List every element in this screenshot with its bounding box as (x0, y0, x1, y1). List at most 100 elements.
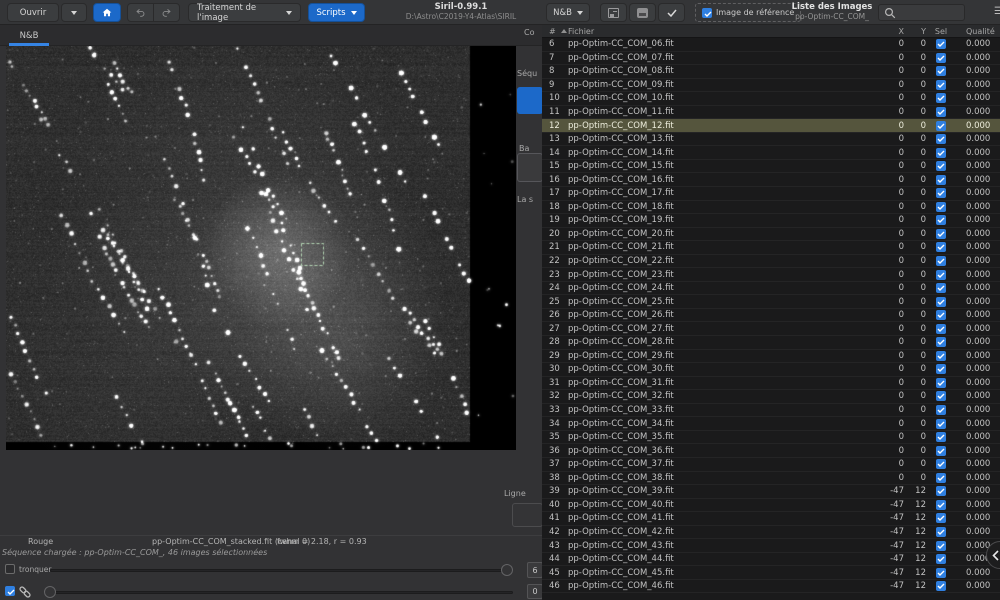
row-selected-checkbox[interactable] (936, 80, 946, 90)
table-row[interactable]: 41 pp-Optim-CC_COM_41.fit -47 12 0.000 (542, 512, 1000, 526)
table-row[interactable]: 30 pp-Optim-CC_COM_30.fit 0 0 0.000 (542, 363, 1000, 377)
row-selected-checkbox[interactable] (936, 378, 946, 388)
table-row[interactable]: 27 pp-Optim-CC_COM_27.fit 0 0 0.000 (542, 322, 1000, 336)
image-processing-menu-button[interactable]: Traitement de l'image (188, 3, 301, 22)
column-header-x[interactable]: X (868, 27, 904, 36)
row-selected-checkbox[interactable] (936, 148, 946, 158)
table-row[interactable]: 36 pp-Optim-CC_COM_36.fit 0 0 0.000 (542, 444, 1000, 458)
hi-slider-handle[interactable] (501, 564, 513, 576)
table-row[interactable]: 24 pp-Optim-CC_COM_24.fit 0 0 0.000 (542, 282, 1000, 296)
link-sliders-checkbox[interactable] (5, 586, 15, 596)
lo-value-box[interactable]: 0 (527, 584, 543, 599)
open-button[interactable]: Ouvrir (7, 3, 59, 22)
table-row[interactable]: 21 pp-Optim-CC_COM_21.fit 0 0 0.000 (542, 241, 1000, 255)
home-button[interactable] (93, 3, 121, 22)
undo-button[interactable] (127, 3, 154, 22)
row-selected-checkbox[interactable] (936, 581, 946, 591)
row-selected-checkbox[interactable] (936, 93, 946, 103)
open-dropdown-button[interactable] (61, 3, 87, 22)
row-selected-checkbox[interactable] (936, 215, 946, 225)
row-selected-checkbox[interactable] (936, 134, 946, 144)
table-row[interactable]: 10 pp-Optim-CC_COM_10.fit 0 0 0.000 (542, 92, 1000, 106)
table-row[interactable]: 28 pp-Optim-CC_COM_28.fit 0 0 0.000 (542, 336, 1000, 350)
table-row[interactable]: 20 pp-Optim-CC_COM_20.fit 0 0 0.000 (542, 228, 1000, 242)
row-selected-checkbox[interactable] (936, 297, 946, 307)
row-selected-checkbox[interactable] (936, 459, 946, 469)
table-row[interactable]: 45 pp-Optim-CC_COM_45.fit -47 12 0.000 (542, 566, 1000, 580)
table-row[interactable]: 9 pp-Optim-CC_COM_09.fit 0 0 0.000 (542, 79, 1000, 93)
row-selected-checkbox[interactable] (936, 527, 946, 537)
row-selected-checkbox[interactable] (936, 270, 946, 280)
table-row[interactable]: 23 pp-Optim-CC_COM_23.fit 0 0 0.000 (542, 268, 1000, 282)
row-selected-checkbox[interactable] (936, 256, 946, 266)
row-selected-checkbox[interactable] (936, 283, 946, 293)
row-selected-checkbox[interactable] (936, 121, 946, 131)
table-row[interactable]: 18 pp-Optim-CC_COM_18.fit 0 0 0.000 (542, 201, 1000, 215)
row-selected-checkbox[interactable] (936, 310, 946, 320)
row-selected-checkbox[interactable] (936, 229, 946, 239)
row-selected-checkbox[interactable] (936, 500, 946, 510)
row-selected-checkbox[interactable] (936, 432, 946, 442)
search-input[interactable] (878, 4, 965, 21)
panel-menu-icon[interactable]: ☰ (994, 6, 1000, 18)
scripts-menu-button[interactable]: Scripts (308, 3, 365, 22)
row-selected-checkbox[interactable] (936, 337, 946, 347)
table-row[interactable]: 43 pp-Optim-CC_COM_43.fit -47 12 0.000 (542, 539, 1000, 553)
table-row[interactable]: 26 pp-Optim-CC_COM_26.fit 0 0 0.000 (542, 309, 1000, 323)
row-selected-checkbox[interactable] (936, 391, 946, 401)
table-row[interactable]: 8 pp-Optim-CC_COM_08.fit 0 0 0.000 (542, 65, 1000, 79)
row-selected-checkbox[interactable] (936, 324, 946, 334)
table-row[interactable]: 46 pp-Optim-CC_COM_46.fit -47 12 0.000 (542, 580, 1000, 594)
row-selected-checkbox[interactable] (936, 554, 946, 564)
row-selected-checkbox[interactable] (936, 541, 946, 551)
table-row[interactable]: 11 pp-Optim-CC_COM_11.fit 0 0 0.000 (542, 106, 1000, 120)
reference-image-checkbox[interactable] (702, 8, 712, 18)
table-row[interactable]: 44 pp-Optim-CC_COM_44.fit -47 12 0.000 (542, 553, 1000, 567)
table-row[interactable]: 25 pp-Optim-CC_COM_25.fit 0 0 0.000 (542, 295, 1000, 309)
redo-button[interactable] (153, 3, 180, 22)
select-all-button[interactable] (658, 3, 685, 22)
row-selected-checkbox[interactable] (936, 107, 946, 117)
row-selected-checkbox[interactable] (936, 202, 946, 212)
row-selected-checkbox[interactable] (936, 473, 946, 483)
table-row[interactable]: 39 pp-Optim-CC_COM_39.fit -47 12 0.000 (542, 485, 1000, 499)
row-selected-checkbox[interactable] (936, 242, 946, 252)
hidden-blue-button-fragment[interactable] (517, 87, 543, 114)
table-row[interactable]: 22 pp-Optim-CC_COM_22.fit 0 0 0.000 (542, 255, 1000, 269)
row-selected-checkbox[interactable] (936, 568, 946, 578)
table-row[interactable]: 7 pp-Optim-CC_COM_07.fit 0 0 0.000 (542, 52, 1000, 66)
row-selected-checkbox[interactable] (936, 188, 946, 198)
table-row[interactable]: 15 pp-Optim-CC_COM_15.fit 0 0 0.000 (542, 160, 1000, 174)
row-selected-checkbox[interactable] (936, 351, 946, 361)
table-row[interactable]: 14 pp-Optim-CC_COM_14.fit 0 0 0.000 (542, 146, 1000, 160)
table-row[interactable]: 35 pp-Optim-CC_COM_35.fit 0 0 0.000 (542, 431, 1000, 445)
table-row[interactable]: 34 pp-Optim-CC_COM_34.fit 0 0 0.000 (542, 417, 1000, 431)
table-row[interactable]: 32 pp-Optim-CC_COM_32.fit 0 0 0.000 (542, 390, 1000, 404)
table-row[interactable]: 19 pp-Optim-CC_COM_19.fit 0 0 0.000 (542, 214, 1000, 228)
row-selected-checkbox[interactable] (936, 175, 946, 185)
hidden-box-fragment[interactable] (512, 503, 543, 527)
table-row[interactable]: 31 pp-Optim-CC_COM_31.fit 0 0 0.000 (542, 377, 1000, 391)
row-selected-checkbox[interactable] (936, 486, 946, 496)
hi-slider-track[interactable] (50, 569, 513, 572)
table-row[interactable]: 13 pp-Optim-CC_COM_13.fit 0 0 0.000 (542, 133, 1000, 147)
column-header-num[interactable]: # (542, 27, 566, 36)
table-row[interactable]: 40 pp-Optim-CC_COM_40.fit -47 12 0.000 (542, 499, 1000, 513)
table-row[interactable]: 16 pp-Optim-CC_COM_16.fit 0 0 0.000 (542, 173, 1000, 187)
row-selected-checkbox[interactable] (936, 364, 946, 374)
table-row[interactable]: 6 pp-Optim-CC_COM_06.fit 0 0 0.000 (542, 38, 1000, 52)
column-header-sel[interactable]: Sel (926, 27, 956, 36)
frame-display-button[interactable] (629, 3, 656, 22)
row-selected-checkbox[interactable] (936, 446, 946, 456)
lo-slider-track[interactable] (44, 591, 513, 594)
row-selected-checkbox[interactable] (936, 161, 946, 171)
row-selected-checkbox[interactable] (936, 66, 946, 76)
sequence-image-button[interactable] (600, 3, 627, 22)
row-selected-checkbox[interactable] (936, 53, 946, 63)
lo-slider-handle[interactable] (44, 586, 56, 598)
channel-select-dropdown[interactable]: N&B (546, 3, 590, 22)
table-row[interactable]: 33 pp-Optim-CC_COM_33.fit 0 0 0.000 (542, 404, 1000, 418)
astro-image-canvas[interactable] (6, 46, 516, 450)
table-row[interactable]: 29 pp-Optim-CC_COM_29.fit 0 0 0.000 (542, 350, 1000, 364)
row-selected-checkbox[interactable] (936, 513, 946, 523)
